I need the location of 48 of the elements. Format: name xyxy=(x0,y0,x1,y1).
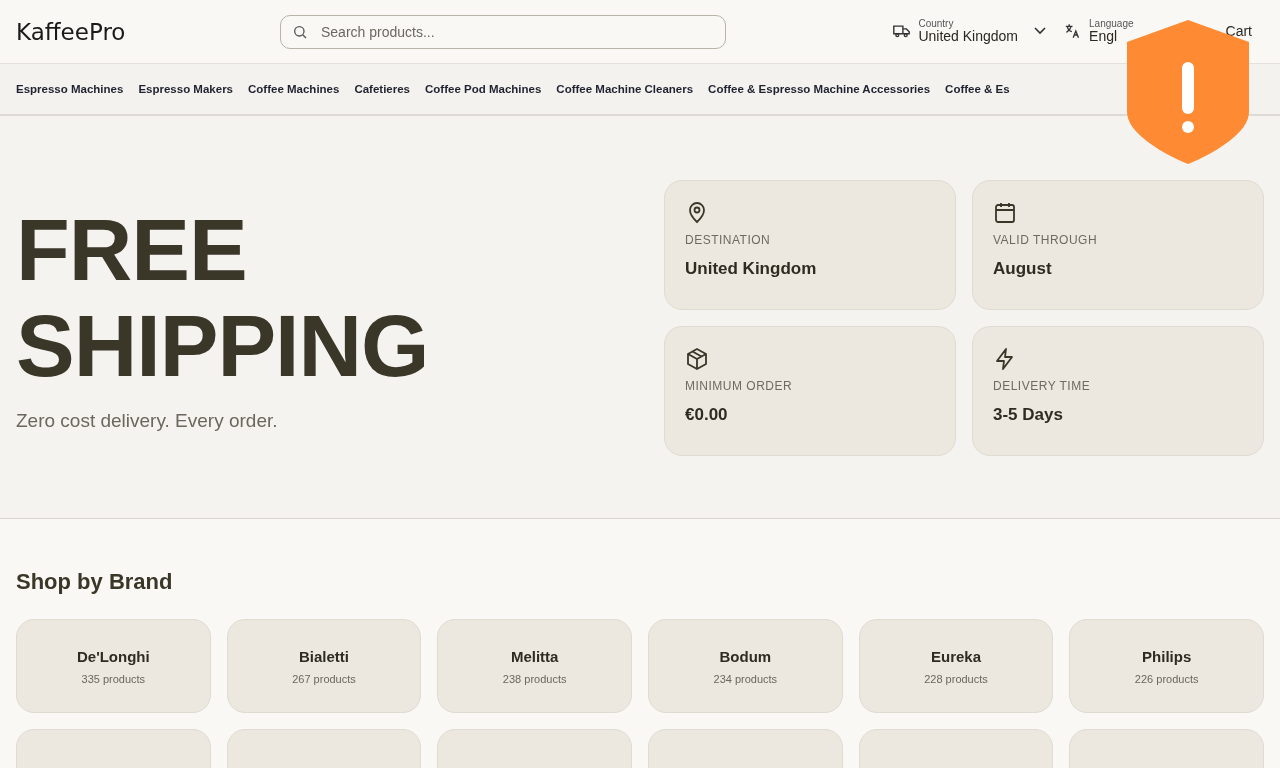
country-selector[interactable]: Country United Kingdom xyxy=(893,18,1047,45)
search-field[interactable]: Search products... xyxy=(280,14,726,49)
product-count: 226 products xyxy=(1134,672,1199,685)
category-link[interactable]: Coffee Pod Machines xyxy=(425,83,542,95)
brand-card[interactable]: Bialetti 267 products xyxy=(226,619,422,713)
brand-name: Philips xyxy=(1142,647,1192,665)
brand-name: Eureka xyxy=(930,647,981,665)
category-link[interactable]: Coffee & Espresso Machine Accessories xyxy=(708,83,931,95)
cart-link[interactable]: Cart xyxy=(1225,23,1264,40)
brand-card[interactable]: Melitta 238 products xyxy=(437,619,632,713)
card-label: DESTINATION xyxy=(685,233,772,247)
hero-title: FREE xyxy=(16,200,247,299)
card-label: VALID THROUGH xyxy=(993,233,1099,247)
chevron-down-icon xyxy=(1034,27,1047,36)
brand-card[interactable]: Bodum 234 products xyxy=(648,619,843,713)
hero-title: SHIPPING xyxy=(16,296,429,395)
card-value: 3-5 Days xyxy=(993,405,1064,425)
product-count: 228 products xyxy=(924,672,988,685)
card-label: MINIMUM ORDER xyxy=(685,379,794,393)
product-count: 267 products xyxy=(292,672,356,685)
brand-card[interactable]: De'Longhi 335 products xyxy=(16,619,211,713)
category-link[interactable]: Coffee Machines xyxy=(248,83,340,95)
brand-name: Bodum xyxy=(719,647,772,665)
truck-icon xyxy=(893,24,911,39)
brand-card[interactable]: Philips 226 products xyxy=(1069,619,1264,713)
card-value: €0.00 xyxy=(685,405,729,425)
category-link[interactable]: Espresso Makers xyxy=(138,83,233,95)
card-value: United Kingdom xyxy=(685,259,818,279)
hero-subtitle: Zero cost delivery. Every order. xyxy=(16,410,278,431)
calendar-icon xyxy=(993,201,1017,225)
brand-name: De'Longhi xyxy=(76,647,150,665)
category-link[interactable]: Espresso Machines xyxy=(16,83,124,95)
product-count: 238 products xyxy=(502,672,567,685)
category-link[interactable]: Cafetieres xyxy=(354,83,411,95)
brand-name: Melitta xyxy=(510,647,559,665)
translate-icon xyxy=(1064,23,1082,40)
package-icon xyxy=(685,347,709,371)
card-label: DELIVERY TIME xyxy=(993,379,1092,393)
language-selector[interactable]: Language Engl xyxy=(1064,18,1134,45)
logo[interactable]: KaffeePro xyxy=(16,18,126,45)
product-count: 234 products xyxy=(713,672,778,685)
category-link[interactable]: Coffee Machine Cleaners xyxy=(556,83,694,95)
category-link[interactable]: Coffee & Es xyxy=(945,83,1010,95)
brand-name: Bialetti xyxy=(299,647,349,665)
product-count: 335 products xyxy=(81,672,146,685)
section-title: Shop by Brand xyxy=(16,569,174,595)
brand-card[interactable]: Eureka 228 products xyxy=(858,619,1054,713)
card-value: August xyxy=(993,259,1053,279)
